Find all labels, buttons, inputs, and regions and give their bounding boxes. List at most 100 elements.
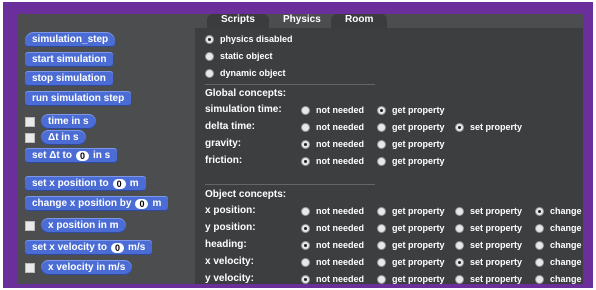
radio-icon[interactable] [205,51,214,61]
y-position-set-property-option[interactable]: set property [455,223,522,233]
radio-icon[interactable] [455,274,464,284]
friction-not-needed-option[interactable]: not needed [301,156,364,166]
x-position-change-input[interactable]: 0 [135,198,149,209]
option-label: static object [220,51,273,61]
delta-t-reporter-block[interactable]: Δt in s [41,130,86,145]
global-concepts-heading: Global concepts: [205,88,287,99]
delta-t-input[interactable]: 0 [75,150,89,161]
heading-change-option[interactable]: change [535,240,582,250]
radio-icon[interactable] [377,223,386,233]
x-position-input[interactable]: 0 [112,178,126,189]
x-position-change-option[interactable]: change [535,206,582,216]
y-velocity-set-property-option[interactable]: set property [455,274,522,284]
x-position-get-property-option[interactable]: get property [377,206,445,216]
option-label: not needed [316,274,365,284]
delta-time-get-property-option[interactable]: get property [377,122,445,132]
radio-icon[interactable] [301,257,310,267]
radio-icon[interactable] [535,206,544,216]
heading-not-needed-option[interactable]: not needed [301,240,364,250]
x-velocity-not-needed-option[interactable]: not needed [301,257,364,267]
x-position-set-property-option[interactable]: set property [455,206,522,216]
x-velocity-input[interactable]: 0 [111,242,125,253]
heading-get-property-option[interactable]: get property [377,240,445,250]
radio-icon[interactable] [205,34,214,44]
gravity-not-needed-option[interactable]: not needed [301,139,364,149]
radio-icon[interactable] [455,257,464,267]
set-delta-t-block[interactable]: set Δt to 0 in s [25,148,118,163]
radio-icon[interactable] [377,156,386,166]
radio-icon[interactable] [301,105,310,115]
x-position-watcher-checkbox[interactable] [25,221,35,231]
radio-icon[interactable] [455,206,464,216]
y-velocity-change-option[interactable]: change [535,274,582,284]
radio-icon[interactable] [535,223,544,233]
x-velocity-watcher-checkbox[interactable] [25,263,35,273]
delta-t-watcher-checkbox[interactable] [25,133,35,143]
y-position-get-property-option[interactable]: get property [377,223,445,233]
option-label: set property [470,206,523,216]
radio-icon[interactable] [377,206,386,216]
radio-icon[interactable] [301,240,310,250]
radio-icon[interactable] [535,274,544,284]
radio-icon[interactable] [377,105,386,115]
radio-icon[interactable] [301,156,310,166]
radio-icon[interactable] [455,122,464,132]
radio-icon[interactable] [301,223,310,233]
radio-icon[interactable] [301,274,310,284]
friction-get-property-option[interactable]: get property [377,156,445,166]
y-position-not-needed-option[interactable]: not needed [301,223,364,233]
option-label: not needed [316,240,365,250]
radio-icon[interactable] [301,139,310,149]
set-x-velocity-block[interactable]: set x velocity to 0 m/s [25,240,153,255]
physics-disabled-option[interactable]: physics disabled [205,34,293,44]
radio-icon[interactable] [377,139,386,149]
radio-icon[interactable] [301,122,310,132]
option-label: set property [470,274,523,284]
tab-room[interactable]: Room [331,14,388,28]
radio-icon[interactable] [377,257,386,267]
time-reporter-block[interactable]: time in s [41,114,96,129]
x-velocity-reporter-block[interactable]: x velocity in m/s [41,260,133,275]
simulation-time-get-property-option[interactable]: get property [377,105,445,115]
option-label: get property [392,105,445,115]
radio-icon[interactable] [455,240,464,250]
tab-scripts[interactable]: Scripts [207,14,269,28]
gravity-get-property-option[interactable]: get property [377,139,445,149]
stop-simulation-block[interactable]: stop simulation [25,71,113,86]
delta-time-set-property-option[interactable]: set property [455,122,522,132]
physics-panel: physics disabled static object dynamic o… [195,28,583,284]
x-position-reporter-block[interactable]: x position in m [41,218,126,233]
x-velocity-change-option[interactable]: change [535,257,582,267]
option-label: get property [392,223,445,233]
x-velocity-set-property-option[interactable]: set property [455,257,522,267]
option-label: get property [392,206,445,216]
radio-icon[interactable] [455,223,464,233]
simulation-time-not-needed-option[interactable]: not needed [301,105,364,115]
radio-icon[interactable] [535,257,544,267]
change-x-position-block[interactable]: change x position by 0 m [25,196,169,211]
x-velocity-get-property-option[interactable]: get property [377,257,445,267]
run-simulation-step-block[interactable]: run simulation step [25,91,132,106]
start-simulation-block[interactable]: start simulation [25,52,114,67]
delta-time-not-needed-option[interactable]: not needed [301,122,364,132]
block-label: simulation_step [32,34,109,45]
simulation-step-hat-block[interactable]: simulation_step [25,32,116,47]
y-velocity-get-property-option[interactable]: get property [377,274,445,284]
x-position-not-needed-option[interactable]: not needed [301,206,364,216]
set-x-position-block[interactable]: set x position to 0 m [25,176,146,191]
dynamic-object-option[interactable]: dynamic object [205,68,286,78]
y-velocity-not-needed-option[interactable]: not needed [301,274,364,284]
radio-icon[interactable] [205,68,214,78]
time-watcher-checkbox[interactable] [25,117,35,127]
y-position-change-option[interactable]: change [535,223,582,233]
radio-icon[interactable] [377,122,386,132]
tab-physics[interactable]: Physics [269,14,335,28]
heading-set-property-option[interactable]: set property [455,240,522,250]
radio-icon[interactable] [377,240,386,250]
static-object-option[interactable]: static object [205,51,273,61]
option-label: set property [470,240,523,250]
radio-icon[interactable] [301,206,310,216]
radio-icon[interactable] [377,274,386,284]
radio-icon[interactable] [535,240,544,250]
block-label: time in s [48,116,89,127]
